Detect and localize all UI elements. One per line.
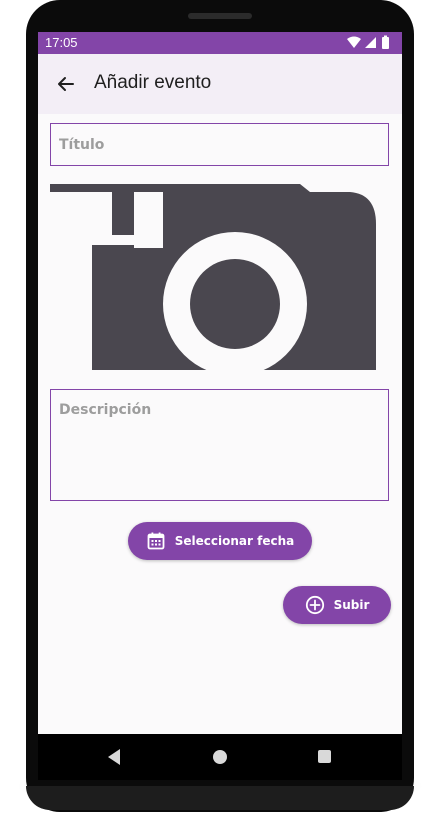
app-bar: Añadir evento: [38, 54, 402, 114]
page-title: Añadir evento: [94, 72, 212, 93]
title-input[interactable]: [51, 124, 388, 165]
select-date-button[interactable]: Seleccionar fecha: [128, 522, 312, 560]
system-nav-bar: [38, 734, 402, 780]
status-time: 17:05: [45, 35, 78, 50]
description-input[interactable]: [51, 390, 388, 500]
app-screen: 17:05 Añadir evento Título Descripción S…: [38, 32, 402, 734]
status-bar: 17:05: [38, 32, 402, 54]
phone-frame-bottom: [26, 786, 414, 810]
status-icons: [347, 35, 389, 49]
signal-icon: [365, 37, 376, 48]
camera-icon: [50, 184, 378, 376]
nav-home-icon[interactable]: [213, 750, 227, 764]
nav-back-icon[interactable]: [106, 748, 122, 766]
submit-button[interactable]: Subir: [283, 586, 391, 624]
image-picker[interactable]: [50, 184, 378, 376]
plus-circle-icon: [305, 595, 325, 615]
phone-speaker: [188, 13, 252, 19]
calendar-icon: [146, 531, 166, 551]
wifi-icon: [347, 36, 361, 48]
select-date-label: Seleccionar fecha: [174, 534, 295, 548]
title-field[interactable]: [50, 123, 389, 166]
battery-icon: [382, 35, 389, 49]
description-field[interactable]: [50, 389, 389, 501]
arrow-left-icon: [58, 77, 74, 91]
back-button[interactable]: [52, 70, 80, 98]
nav-recents-icon[interactable]: [318, 750, 331, 763]
submit-label: Subir: [333, 598, 370, 612]
